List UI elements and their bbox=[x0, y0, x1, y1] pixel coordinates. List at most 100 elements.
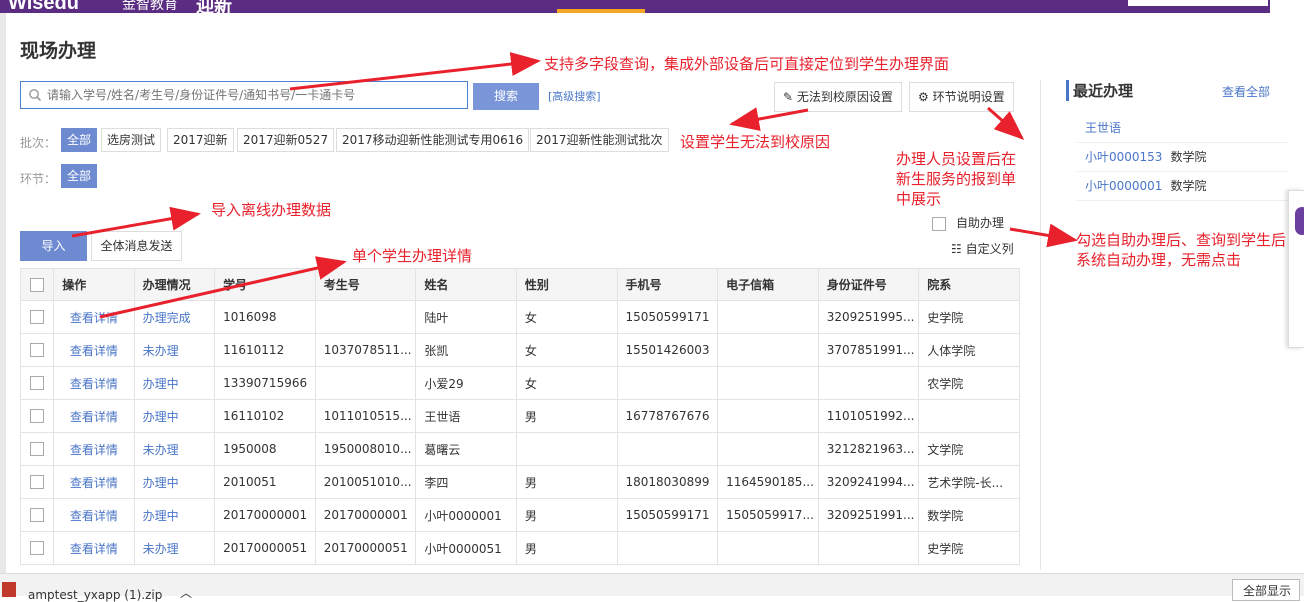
col-header[interactable]: 手机号 bbox=[616, 268, 719, 301]
chevron-up-icon[interactable]: ︿ bbox=[180, 584, 192, 601]
row-checkbox[interactable] bbox=[30, 475, 45, 490]
batch-chip[interactable]: 2017迎新 bbox=[167, 128, 234, 152]
view-detail-link[interactable]: 查看详情 bbox=[53, 498, 135, 532]
recent-item[interactable]: 王世语 bbox=[1077, 114, 1287, 143]
view-detail-link[interactable]: 查看详情 bbox=[53, 399, 135, 433]
step-chip[interactable]: 全部 bbox=[61, 164, 98, 188]
widget-icon[interactable] bbox=[1295, 207, 1304, 235]
status-cell[interactable]: 办理中 bbox=[133, 399, 216, 433]
batch-chip[interactable]: 全部 bbox=[61, 128, 98, 152]
row-checkbox[interactable] bbox=[30, 442, 45, 457]
view-detail-link[interactable]: 查看详情 bbox=[53, 432, 135, 466]
search-input[interactable] bbox=[47, 84, 462, 106]
row-select-cell[interactable] bbox=[19, 465, 55, 499]
import-button[interactable]: 导入 bbox=[20, 231, 87, 261]
col-header[interactable]: 考生号 bbox=[314, 268, 417, 301]
phone-cell bbox=[616, 531, 719, 565]
step-description-label: 环节说明设置 bbox=[932, 90, 1005, 104]
custom-columns-label: 自定义列 bbox=[965, 242, 1014, 256]
email-cell: 1164590185... bbox=[717, 465, 819, 499]
col-header[interactable]: 身份证件号 bbox=[817, 268, 920, 301]
row-checkbox[interactable] bbox=[30, 343, 45, 358]
status-cell[interactable]: 办理中 bbox=[133, 498, 216, 532]
view-all-link[interactable]: 查看全部 bbox=[1222, 83, 1270, 100]
download-filename[interactable]: amptest_yxapp (1).zip bbox=[28, 588, 162, 602]
row-checkbox[interactable] bbox=[30, 508, 45, 523]
step-description-button[interactable]: ⚙ 环节说明设置 bbox=[909, 82, 1014, 112]
recent-item[interactable]: 小叶0000153 数学院 bbox=[1077, 143, 1287, 172]
row-select-cell[interactable] bbox=[19, 399, 55, 433]
row-select-cell[interactable] bbox=[19, 531, 55, 565]
status-cell[interactable]: 办理中 bbox=[133, 465, 216, 499]
brand-logo: Wisedu bbox=[8, 0, 79, 14]
recent-title: 最近办理 bbox=[1066, 80, 1133, 101]
row-checkbox[interactable] bbox=[30, 376, 45, 391]
recent-item-name[interactable]: 小叶0000153 bbox=[1085, 150, 1162, 164]
view-detail-link[interactable]: 查看详情 bbox=[53, 300, 135, 334]
email-cell bbox=[717, 399, 819, 433]
status-cell[interactable]: 未办理 bbox=[133, 531, 216, 565]
col-header[interactable]: 性别 bbox=[515, 268, 618, 301]
self-service-checkbox[interactable] bbox=[932, 216, 946, 231]
student-id-cell: 2010051 bbox=[214, 465, 316, 499]
status-cell[interactable]: 未办理 bbox=[133, 333, 216, 367]
col-header[interactable]: 电子信箱 bbox=[717, 268, 819, 301]
row-select-cell[interactable] bbox=[19, 498, 55, 532]
select-all-checkbox[interactable] bbox=[30, 277, 45, 292]
view-detail-link[interactable]: 查看详情 bbox=[53, 366, 135, 400]
student-id-cell: 16110102 bbox=[214, 399, 316, 433]
search-box[interactable] bbox=[20, 81, 468, 109]
self-service-toggle[interactable]: 自助办理 bbox=[932, 214, 1004, 231]
batch-chip[interactable]: 2017迎新0527 bbox=[237, 128, 335, 152]
batch-chip[interactable]: 选房测试 bbox=[101, 128, 162, 152]
name-cell: 张凯 bbox=[415, 333, 517, 367]
student-id-cell: 1016098 bbox=[214, 300, 316, 334]
name-cell: 小叶0000051 bbox=[415, 531, 517, 565]
row-select-cell[interactable] bbox=[19, 366, 55, 400]
row-select-cell[interactable] bbox=[19, 300, 55, 334]
exam-id-cell: 1037078511... bbox=[314, 333, 417, 367]
row-checkbox[interactable] bbox=[30, 310, 45, 325]
gender-cell: 女 bbox=[515, 300, 618, 334]
floating-widget[interactable] bbox=[1288, 190, 1304, 348]
table-header-row: 操作 办理情况 学号 考生号 姓名 性别 手机号 电子信箱 身份证件号 院系 bbox=[19, 268, 1020, 301]
no-arrival-reason-button[interactable]: ✎ 无法到校原因设置 bbox=[774, 82, 902, 112]
broadcast-button[interactable]: 全体消息发送 bbox=[91, 231, 182, 261]
batch-chip[interactable]: 2017迎新性能测试批次 bbox=[530, 128, 669, 152]
avatar[interactable] bbox=[1270, 0, 1304, 13]
select-all-cell[interactable] bbox=[19, 268, 55, 301]
exam-id-cell: 20170000051 bbox=[314, 531, 417, 565]
status-cell[interactable]: 办理完成 bbox=[133, 300, 216, 334]
col-header[interactable]: 办理情况 bbox=[133, 268, 216, 301]
row-checkbox[interactable] bbox=[30, 409, 45, 424]
view-detail-link[interactable]: 查看详情 bbox=[53, 333, 135, 367]
view-detail-link[interactable]: 查看详情 bbox=[53, 531, 135, 565]
status-cell[interactable]: 未办理 bbox=[133, 432, 216, 466]
module-name[interactable]: 迎新 bbox=[196, 0, 232, 18]
recent-item-name[interactable]: 小叶0000001 bbox=[1085, 179, 1162, 193]
search-button[interactable]: 搜索 bbox=[473, 83, 539, 110]
department-cell: 农学院 bbox=[918, 366, 1020, 400]
batch-chip[interactable]: 2017移动迎新性能测试专用0616 bbox=[336, 128, 530, 152]
row-select-cell[interactable] bbox=[19, 333, 55, 367]
col-header[interactable]: 学号 bbox=[214, 268, 316, 301]
annotation-self-service-1: 勾选自助办理后、查询到学生后 bbox=[1076, 231, 1287, 249]
recent-item[interactable]: 小叶0000001 数学院 bbox=[1077, 172, 1287, 201]
view-detail-link[interactable]: 查看详情 bbox=[53, 465, 135, 499]
name-cell: 葛曙云 bbox=[415, 432, 517, 466]
recent-item-name[interactable]: 王世语 bbox=[1085, 121, 1121, 135]
row-select-cell[interactable] bbox=[19, 432, 55, 466]
top-search-field[interactable] bbox=[1128, 0, 1268, 6]
row-checkbox[interactable] bbox=[30, 541, 45, 556]
sidebar-divider bbox=[1040, 80, 1041, 570]
show-all-button[interactable]: 全部显示 bbox=[1232, 579, 1300, 601]
phone-cell: 18018030899 bbox=[616, 465, 719, 499]
exam-id-cell: 1950008010... bbox=[314, 432, 417, 466]
top-nav-bar: Wisedu 金智教育 迎新 bbox=[0, 0, 1304, 17]
col-header[interactable]: 姓名 bbox=[415, 268, 517, 301]
custom-columns-button[interactable]: ☷ 自定义列 bbox=[951, 240, 1014, 257]
advanced-search-link[interactable]: [高级搜索] bbox=[548, 88, 601, 104]
status-cell[interactable]: 办理中 bbox=[133, 366, 216, 400]
annotation-self-service-2: 系统自动办理，无需点击 bbox=[1076, 251, 1242, 269]
col-header[interactable]: 院系 bbox=[918, 268, 1020, 301]
